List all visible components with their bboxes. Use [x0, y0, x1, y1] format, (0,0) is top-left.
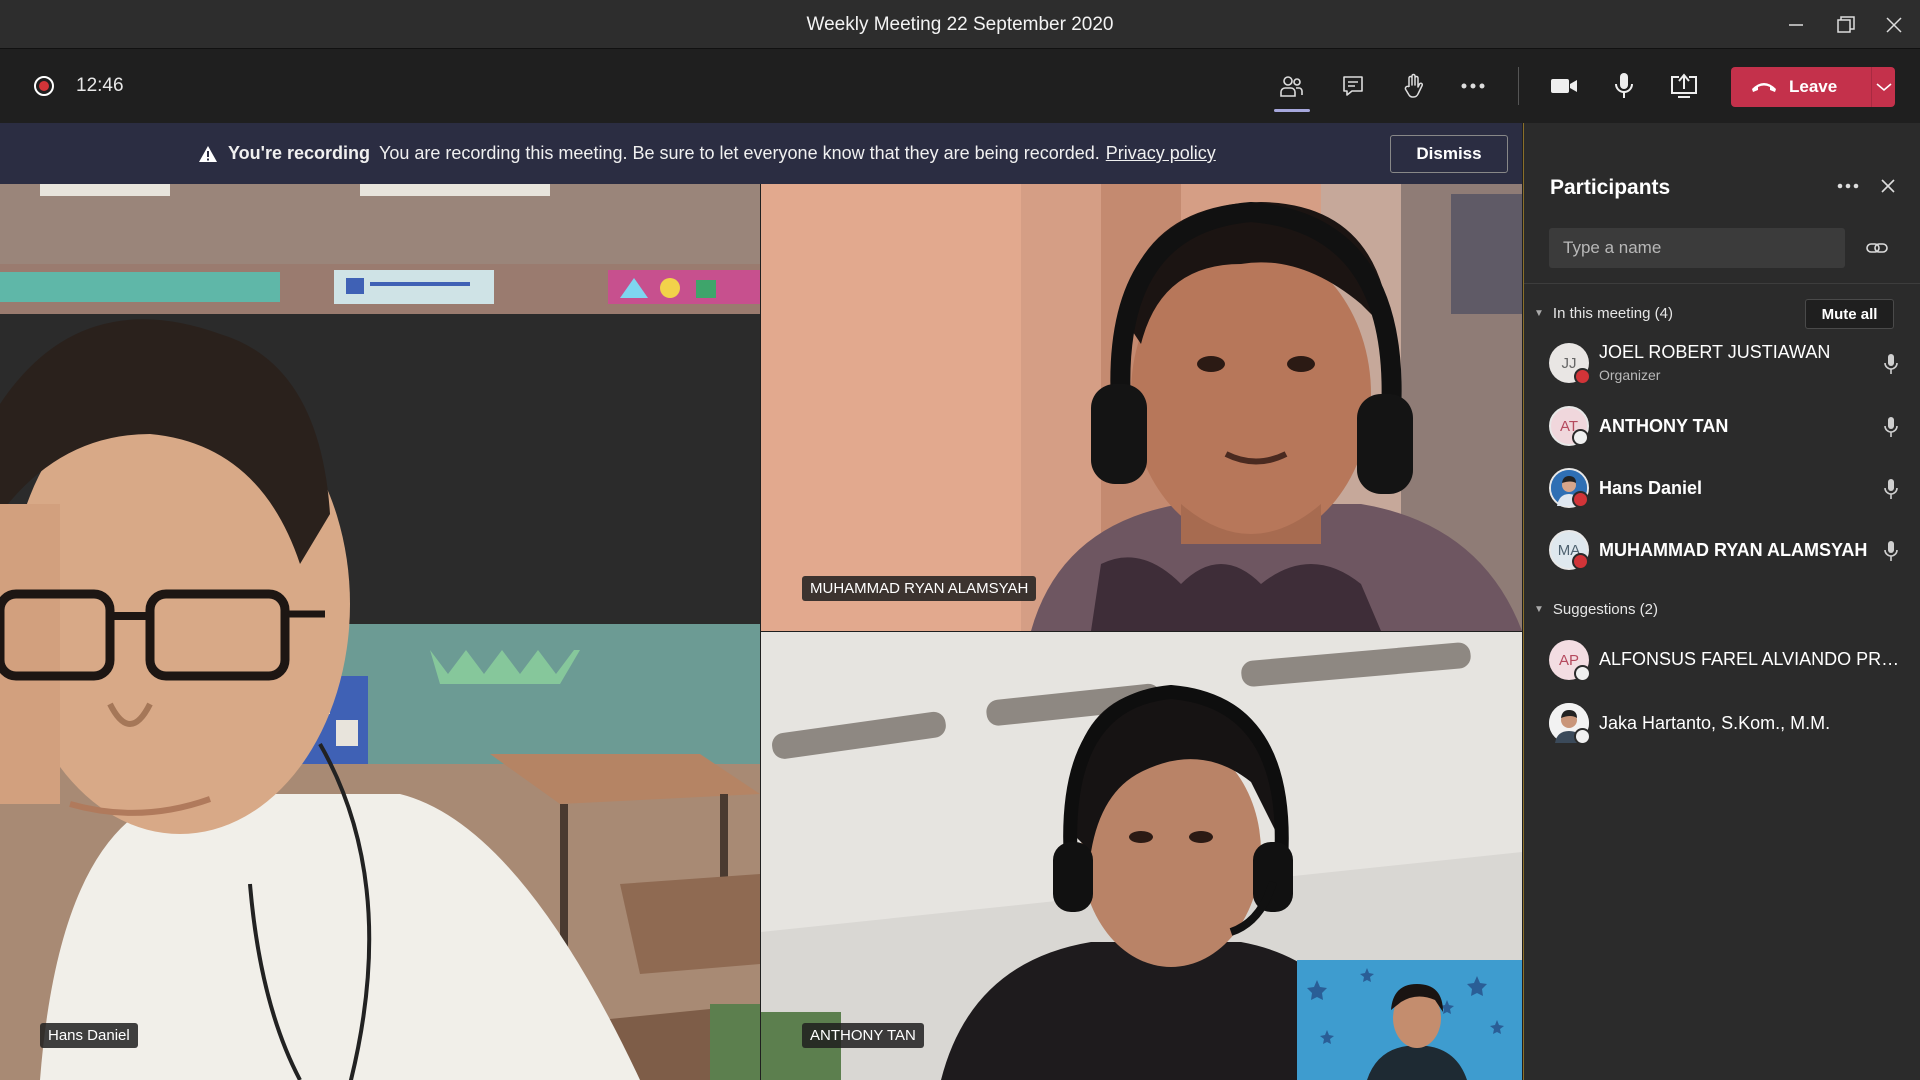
video-tile-muhammad-ryan-alamsyah[interactable]: MUHAMMAD RYAN ALAMSYAH [761, 184, 1522, 631]
in-meeting-label: In this meeting (4) [1552, 305, 1673, 322]
avatar [1549, 468, 1589, 508]
participant-name: MUHAMMAD RYAN ALAMSYAH [1599, 540, 1868, 560]
close-icon [1881, 179, 1895, 193]
show-conversation-button[interactable] [1331, 66, 1375, 106]
avatar: MA [1549, 530, 1589, 570]
avatar-initials: JJ [1561, 354, 1577, 372]
recording-banner: You're recording You are recording this … [0, 123, 1522, 184]
participants-icon [1280, 76, 1303, 97]
participant-name: JOEL ROBERT JUSTIAWAN [1599, 342, 1831, 362]
share-screen-icon [1671, 73, 1697, 98]
microphone-icon [1884, 541, 1898, 561]
status-badge [1574, 665, 1591, 682]
participant-name: Hans Daniel [1599, 478, 1703, 498]
warning-icon [199, 145, 217, 162]
minimize-icon [1789, 24, 1803, 26]
video-feed [0, 184, 760, 1080]
microphone-button[interactable] [1602, 66, 1646, 106]
participant-row[interactable]: MA MUHAMMAD RYAN ALAMSYAH [1524, 521, 1920, 579]
participant-row[interactable]: Hans Daniel [1524, 459, 1920, 517]
participants-panel: Participants ▼ In this meeting (4) Mute … [1523, 123, 1920, 1080]
title-bar: Weekly Meeting 22 September 2020 [0, 0, 1920, 49]
raise-hand-button[interactable] [1391, 66, 1435, 106]
close-panel-button[interactable] [1873, 171, 1903, 201]
in-meeting-section-header[interactable]: ▼ In this meeting (4) [1534, 305, 1673, 322]
microphone-icon [1884, 354, 1898, 374]
meeting-toolbar: 12:46 Leave [0, 49, 1920, 123]
video-name-tag: ANTHONY TAN [802, 1023, 924, 1048]
minimize-button[interactable] [1776, 8, 1816, 42]
dismiss-button[interactable]: Dismiss [1390, 135, 1508, 173]
recording-heading: You're recording [228, 143, 370, 163]
share-content-button[interactable] [1662, 66, 1706, 106]
close-icon [1886, 17, 1902, 33]
hang-up-icon [1752, 83, 1776, 92]
chevron-down-icon: ▼ [1534, 604, 1544, 615]
camera-icon [1551, 79, 1577, 93]
participant-role: Organizer [1599, 367, 1661, 383]
mute-all-button[interactable]: Mute all [1805, 299, 1894, 329]
leave-button-group: Leave [1731, 67, 1895, 107]
panel-divider [1524, 283, 1920, 284]
participant-row[interactable]: JJ JOEL ROBERT JUSTIAWAN Organizer [1524, 334, 1920, 392]
share-invite-button[interactable] [1862, 233, 1892, 263]
suggestions-section-header[interactable]: ▼ Suggestions (2) [1534, 601, 1658, 618]
leave-label: Leave [1789, 77, 1838, 96]
suggestion-name: ALFONSUS FAREL ALVIANDO PRATA... [1599, 649, 1904, 669]
avatar: JJ [1549, 343, 1591, 385]
status-badge [1574, 368, 1591, 385]
self-view-video[interactable] [1297, 960, 1522, 1080]
status-badge [1574, 728, 1591, 745]
panel-title: Participants [1550, 176, 1671, 199]
participant-name: ANTHONY TAN [1599, 416, 1729, 436]
close-window-button[interactable] [1874, 8, 1914, 42]
meeting-timer: 12:46 [76, 75, 124, 96]
self-video-feed [1297, 960, 1522, 1080]
suggestion-row[interactable]: AP ALFONSUS FAREL ALVIANDO PRATA... [1524, 631, 1920, 689]
restore-icon [1837, 16, 1855, 33]
chat-icon [1343, 76, 1363, 96]
avatar: AT [1549, 406, 1589, 446]
more-actions-button[interactable] [1451, 66, 1495, 106]
microphone-icon [1615, 73, 1633, 98]
recording-message: You are recording this meeting. Be sure … [378, 143, 1100, 163]
video-tile-hans-daniel[interactable]: Hans Daniel [0, 184, 760, 1080]
suggestion-row[interactable]: Jaka Hartanto, S.Kom., M.M. [1524, 694, 1920, 752]
chevron-down-icon: ▼ [1534, 308, 1544, 319]
status-badge [1572, 553, 1589, 570]
show-participants-button[interactable] [1270, 66, 1314, 112]
leave-options-button[interactable] [1872, 67, 1895, 107]
avatar: AP [1549, 640, 1591, 682]
hand-icon [1404, 73, 1424, 98]
microphone-icon [1884, 417, 1898, 437]
more-icon [1837, 183, 1859, 189]
panel-more-options-button[interactable] [1833, 171, 1863, 201]
window-title: Weekly Meeting 22 September 2020 [806, 14, 1114, 35]
camera-button[interactable] [1542, 66, 1586, 106]
video-feed [761, 184, 1522, 631]
microphone-icon [1884, 479, 1898, 499]
link-icon [1866, 243, 1888, 253]
avatar [1549, 703, 1591, 745]
privacy-policy-link[interactable]: Privacy policy [1106, 143, 1216, 164]
restore-button[interactable] [1826, 8, 1866, 42]
status-badge [1572, 491, 1589, 508]
leave-button[interactable]: Leave [1731, 67, 1871, 107]
more-icon [1461, 83, 1485, 89]
video-name-tag: Hans Daniel [40, 1023, 138, 1048]
suggestion-name: Jaka Hartanto, S.Kom., M.M. [1599, 713, 1831, 733]
participant-row[interactable]: AT ANTHONY TAN [1524, 397, 1920, 455]
video-name-tag: MUHAMMAD RYAN ALAMSYAH [802, 576, 1037, 601]
toolbar-divider [1518, 67, 1519, 105]
participant-search-input[interactable] [1549, 228, 1845, 268]
chevron-down-icon [1875, 83, 1892, 92]
suggestions-label: Suggestions (2) [1552, 601, 1658, 618]
status-badge [1572, 429, 1589, 446]
recording-notice: You're recording You are recording this … [198, 143, 1216, 164]
avatar-initials: AP [1558, 651, 1579, 669]
recording-indicator-icon [34, 76, 54, 96]
